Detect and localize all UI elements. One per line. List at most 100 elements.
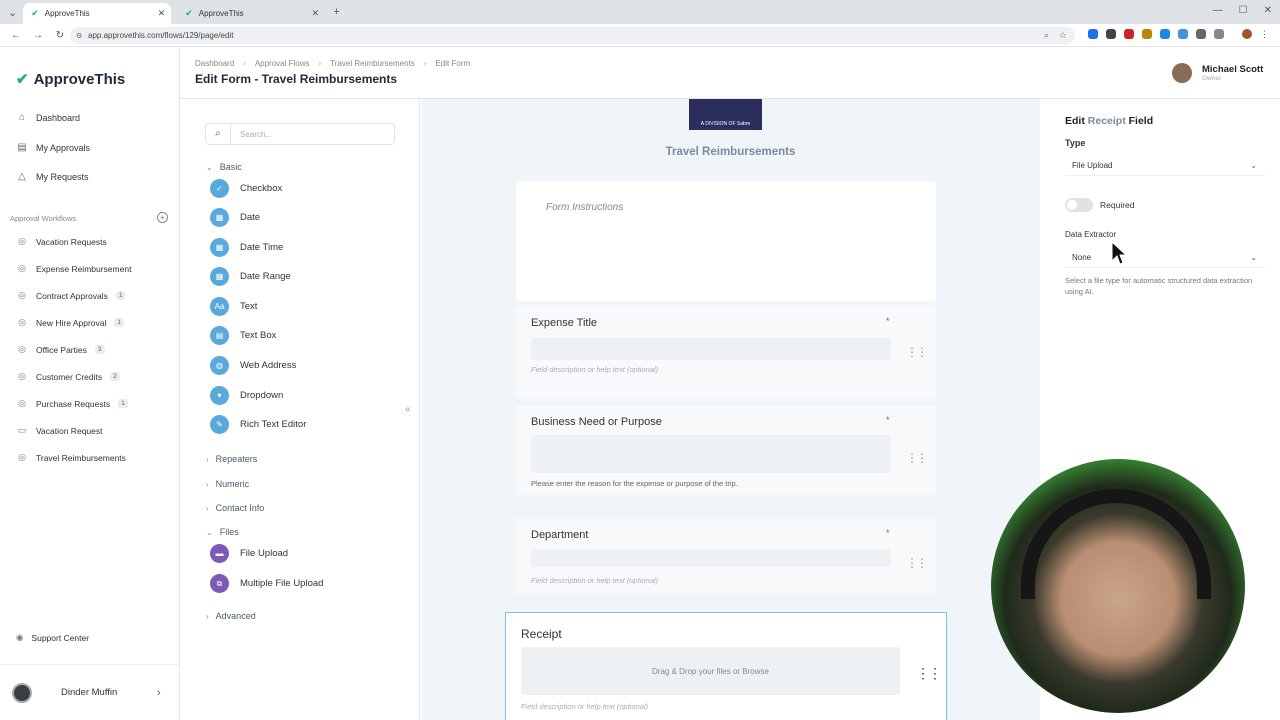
chevron-down-icon: ⌄ [206, 527, 213, 537]
close-icon[interactable]: ✕ [158, 8, 166, 19]
extension-icon[interactable] [1178, 29, 1188, 39]
field-type-label: Web Address [240, 360, 297, 371]
sidebar-item-contract-approvals[interactable]: ◎ Contract Approvals 1 [16, 290, 126, 301]
user-menu[interactable]: Michael Scott Owner [1172, 63, 1263, 83]
field-type-web-address[interactable]: ◍ Web Address [210, 356, 296, 375]
breadcrumb-travel-reimbursements[interactable]: Travel Reimbursements [330, 59, 415, 68]
count-badge: 3 [94, 345, 105, 354]
drag-handle-icon[interactable]: ⋮⋮ [916, 665, 942, 682]
tab-search-icon[interactable]: ⌄ [8, 6, 17, 19]
maximize-icon[interactable]: ☐ [1239, 5, 1248, 16]
field-type-multiple-file-upload[interactable]: ⧉ Multiple File Upload [210, 574, 323, 593]
field-type-text[interactable]: Aa Text [210, 297, 257, 316]
new-tab-icon[interactable]: + [333, 6, 339, 18]
chevron-down-icon: ⌄ [206, 162, 213, 172]
field-label: Expense Title [531, 317, 598, 329]
sidebar-item-label: My Requests [36, 171, 89, 182]
menu-dots-icon[interactable]: ⋮ [1260, 29, 1269, 40]
field-label: Department [531, 529, 589, 541]
puzzle-icon[interactable] [1214, 29, 1224, 39]
logo-check-icon: ✔ [16, 71, 29, 88]
extension-icon[interactable] [1160, 29, 1170, 39]
extension-icon[interactable] [1106, 29, 1116, 39]
profile-avatar[interactable] [1242, 29, 1252, 39]
form-field-expense-title[interactable]: Expense Title * ⋮⋮ Field description or … [516, 306, 936, 398]
browser-tab-1[interactable]: ✔ ApproveThis ✕ [23, 3, 172, 24]
breadcrumb-dashboard[interactable]: Dashboard [195, 59, 234, 68]
support-center-link[interactable]: ◉ Support Center [16, 632, 89, 643]
group-contact-info[interactable]: › Contact Info [206, 503, 264, 513]
drag-handle-icon[interactable]: ⋮⋮ [906, 556, 928, 570]
site-info-icon[interactable]: ⚙ [76, 32, 82, 40]
field-type-date-range[interactable]: ▦ Date Range [210, 267, 291, 286]
chevron-down-icon: ⌄ [1250, 253, 1257, 262]
sidebar-item-vacation-request[interactable]: ▭ Vacation Request [16, 425, 103, 436]
browser-tab-2[interactable]: ✔ ApproveThis ✕ [177, 3, 325, 24]
bookmark-star-icon[interactable]: ☆ [1059, 30, 1067, 41]
field-type-text-box[interactable]: ▤ Text Box [210, 326, 276, 345]
sidebar-item-travel-reimbursements[interactable]: ◎ Travel Reimbursements [16, 452, 126, 463]
add-workflow-button[interactable]: + [157, 212, 168, 223]
field-type-dropdown[interactable]: ▾ Dropdown [210, 386, 283, 405]
sidebar-item-dashboard[interactable]: ⌂ Dashboard [16, 112, 80, 123]
group-files[interactable]: ⌄ Files [206, 527, 239, 537]
field-type-checkbox[interactable]: ✓ Checkbox [210, 179, 282, 198]
field-search[interactable]: ⌕ Search... [205, 123, 395, 145]
sidebar-item-vacation-requests[interactable]: ◎ Vacation Requests [16, 236, 107, 247]
data-extractor-label: Data Extractor [1065, 230, 1117, 239]
sidebar-item-label: Customer Credits [36, 371, 103, 382]
file-drop-zone[interactable]: Drag & Drop your files or Browse [521, 647, 900, 695]
sidebar-item-customer-credits[interactable]: ◎ Customer Credits 2 [16, 371, 120, 382]
close-window-icon[interactable]: ✕ [1264, 5, 1272, 16]
sidebar-item-expense-reimbursement[interactable]: ◎ Expense Reimbursement [16, 263, 131, 274]
field-type-rich-text-editor[interactable]: ✎ Rich Text Editor [210, 415, 306, 434]
extension-icon[interactable] [1142, 29, 1152, 39]
toggle-knob [1067, 200, 1077, 210]
sidebar-item-office-parties[interactable]: ◎ Office Parties 3 [16, 344, 105, 355]
workflow-icon: ◎ [18, 317, 26, 327]
form-title[interactable]: Travel Reimbursements [421, 146, 1040, 158]
url-field[interactable]: ⚙ app.approvethis.com/flows/129/page/edi… [70, 27, 1075, 44]
search-input[interactable]: Search... [240, 130, 272, 139]
collapse-left-icon[interactable]: « [405, 404, 411, 415]
sidebar-item-label: Dashboard [36, 112, 81, 123]
required-toggle[interactable] [1065, 198, 1093, 212]
org-avatar [12, 682, 32, 703]
forward-icon[interactable]: → [32, 30, 44, 41]
zoom-icon[interactable]: ⌕ [1044, 30, 1049, 41]
back-icon[interactable]: ← [10, 30, 22, 41]
extension-icon[interactable] [1196, 29, 1206, 39]
drag-handle-icon[interactable]: ⋮⋮ [906, 345, 928, 359]
form-field-department[interactable]: Department * ⋮⋮ Field description or hel… [516, 518, 936, 594]
sidebar-item-purchase-requests[interactable]: ◎ Purchase Requests 1 [16, 398, 128, 409]
form-instructions-field[interactable]: Form Instructions [516, 181, 936, 301]
minimize-icon[interactable]: — [1213, 5, 1223, 16]
group-repeaters[interactable]: › Repeaters [206, 454, 257, 464]
panel-title: Edit Receipt Field [1065, 115, 1153, 127]
extension-icon[interactable] [1088, 29, 1098, 39]
breadcrumb-approval-flows[interactable]: Approval Flows [255, 59, 310, 68]
group-numeric[interactable]: › Numeric [206, 479, 249, 489]
field-type-date[interactable]: ▦ Date [210, 208, 260, 227]
field-type-date-time[interactable]: ▦ Date Time [210, 238, 283, 257]
drag-handle-icon[interactable]: ⋮⋮ [906, 451, 928, 465]
sidebar-item-my-approvals[interactable]: ▤ My Approvals [16, 142, 90, 153]
panel-title-prefix: Edit [1065, 115, 1085, 127]
form-field-business-need[interactable]: Business Need or Purpose * ⋮⋮ Please ent… [516, 405, 936, 495]
count-badge: 1 [114, 318, 125, 327]
sidebar-item-new-hire-approval[interactable]: ◎ New Hire Approval 1 [16, 317, 125, 328]
extension-icon[interactable] [1124, 29, 1134, 39]
type-select[interactable]: File Upload ⌄ [1065, 156, 1265, 176]
org-switcher[interactable]: Dinder Muffin › [0, 664, 179, 720]
sidebar-item-my-requests[interactable]: △ My Requests [16, 171, 89, 182]
group-advanced[interactable]: › Advanced [206, 611, 256, 621]
breadcrumb: Dashboard › Approval Flows › Travel Reim… [195, 59, 470, 68]
app-logo[interactable]: ✔ ApproveThis [16, 70, 125, 89]
close-icon[interactable]: ✕ [312, 8, 320, 19]
form-field-receipt[interactable]: Receipt Drag & Drop your files or Browse… [505, 612, 947, 720]
field-type-file-upload[interactable]: ▬ File Upload [210, 544, 288, 563]
panel-title-suffix: Field [1128, 115, 1154, 127]
reload-icon[interactable]: ↻ [54, 30, 66, 41]
group-basic[interactable]: ⌄ Basic [206, 162, 242, 172]
data-extractor-select[interactable]: None ⌄ [1065, 248, 1265, 268]
